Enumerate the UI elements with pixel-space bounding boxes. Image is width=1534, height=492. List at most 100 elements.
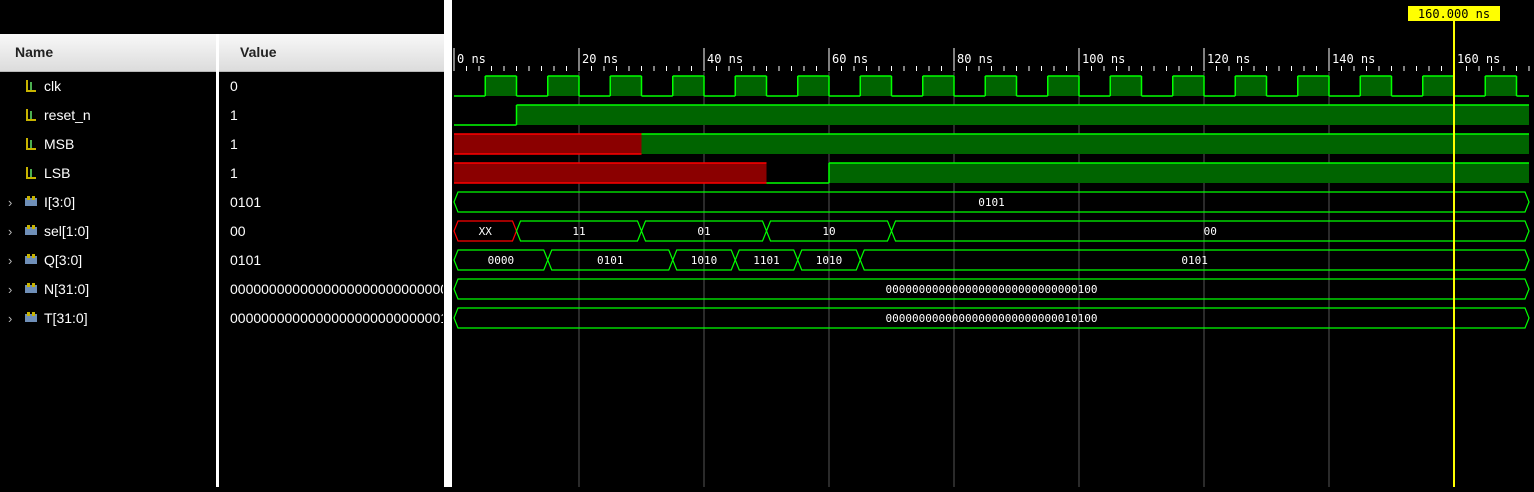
bus-value-label: XX bbox=[479, 225, 493, 238]
waveform-msb bbox=[454, 133, 1529, 155]
high-level-fill bbox=[829, 163, 1529, 183]
ruler-tick-label: 20 ns bbox=[582, 52, 618, 66]
high-level-fill bbox=[516, 105, 1529, 125]
bus-value-label: 1101 bbox=[753, 254, 780, 267]
expand-chevron-icon[interactable]: › bbox=[8, 188, 12, 217]
signal-row[interactable]: › Q[3:0] 0101 bbox=[0, 246, 445, 275]
waveform-lsb bbox=[454, 162, 1529, 184]
bus-value-label: 00 bbox=[1204, 225, 1217, 238]
signal-name: Q[3:0] bbox=[44, 252, 83, 268]
expand-chevron-icon[interactable]: › bbox=[8, 275, 12, 304]
signal-value: 0101 bbox=[230, 252, 262, 268]
signal-value: 00000000000000000000000000000100 bbox=[230, 281, 443, 297]
signal-name-value-panel: Name Value clk 0 reset_n 1 MSB 1 LSB 1 › I[3:0] 01… bbox=[0, 0, 445, 487]
signal-name: LSB bbox=[44, 165, 71, 181]
high-level-fill bbox=[547, 76, 579, 96]
bus-signal-icon bbox=[25, 254, 37, 264]
signal-name: reset_n bbox=[44, 107, 91, 123]
high-level-fill bbox=[985, 76, 1017, 96]
unknown-level bbox=[454, 134, 642, 154]
signal-name: N[31:0] bbox=[44, 281, 90, 297]
ruler-tick-label: 140 ns bbox=[1332, 52, 1375, 66]
signal-value: 1 bbox=[230, 165, 238, 181]
high-level-fill bbox=[1485, 76, 1517, 96]
bus-signal-icon bbox=[25, 283, 37, 293]
expand-chevron-icon[interactable]: › bbox=[8, 246, 12, 275]
bus-value-label: 0101 bbox=[1181, 254, 1208, 267]
signal-row[interactable]: LSB 1 bbox=[0, 159, 445, 188]
unknown-level bbox=[454, 163, 767, 183]
high-level-fill bbox=[860, 76, 892, 96]
signal-name: sel[1:0] bbox=[44, 223, 90, 239]
high-level-fill bbox=[1235, 76, 1267, 96]
high-level-fill bbox=[1172, 76, 1204, 96]
signal-row[interactable]: › sel[1:0] 00 bbox=[0, 217, 445, 246]
signal-row[interactable]: MSB 1 bbox=[0, 130, 445, 159]
signal-value: 1 bbox=[230, 136, 238, 152]
high-level-fill bbox=[1047, 76, 1079, 96]
high-level-fill bbox=[610, 76, 642, 96]
bus-value-label: 0000 bbox=[488, 254, 515, 267]
ruler-tick-label: 0 ns bbox=[457, 52, 486, 66]
waveform-q: 0000 0101 1010 1101 1010 0101 bbox=[453, 249, 1530, 271]
value-column-header[interactable]: Value bbox=[240, 34, 277, 71]
column-header: Name Value bbox=[0, 34, 445, 72]
expand-chevron-icon[interactable]: › bbox=[8, 304, 12, 333]
waveform-n: 00000000000000000000000000000100 bbox=[453, 278, 1530, 300]
high-level-fill bbox=[1360, 76, 1392, 96]
signal-name: clk bbox=[44, 78, 62, 94]
waveform-clk bbox=[454, 75, 1529, 97]
signal-row[interactable]: › I[3:0] 0101 bbox=[0, 188, 445, 217]
signal-value: 00000000000000000000000000010100 bbox=[230, 310, 443, 326]
bus-signal-icon bbox=[25, 196, 37, 206]
signal-row[interactable]: › N[31:0] 00000000000000000000000000000100 bbox=[0, 275, 445, 304]
signal-value: 1 bbox=[230, 107, 238, 123]
ruler-tick-label: 80 ns bbox=[957, 52, 993, 66]
bus-value-label: 0101 bbox=[597, 254, 624, 267]
bit-signal-icon bbox=[26, 80, 36, 92]
bit-signal-icon bbox=[26, 138, 36, 150]
ruler-tick-label: 40 ns bbox=[707, 52, 743, 66]
ruler-tick-label: 100 ns bbox=[1082, 52, 1125, 66]
pane-splitter[interactable] bbox=[444, 0, 452, 487]
signal-row[interactable]: › T[31:0] 00000000000000000000000000010100 bbox=[0, 304, 445, 333]
high-level-fill bbox=[735, 76, 767, 96]
waveform-panel[interactable]: 0 ns 20 ns 40 ns 60 ns 80 ns 100 ns 120 ns 140 … bbox=[452, 0, 1534, 487]
waveform-i: 0101 bbox=[453, 191, 1530, 213]
signal-name: T[31:0] bbox=[44, 310, 88, 326]
signal-row[interactable]: reset_n 1 bbox=[0, 101, 445, 130]
high-level-fill bbox=[1297, 76, 1329, 96]
bus-value-label: 10 bbox=[822, 225, 835, 238]
bus-value-label: 00000000000000000000000000010100 bbox=[886, 312, 1098, 325]
bus-value-label: 00000000000000000000000000000100 bbox=[886, 283, 1098, 296]
high-level-fill bbox=[485, 76, 517, 96]
signal-value: 0 bbox=[230, 78, 238, 94]
high-level-fill bbox=[641, 134, 1529, 154]
waveform-sel: XX 11 01 10 00 bbox=[453, 220, 1530, 242]
bus-signal-icon bbox=[25, 225, 37, 235]
high-level-fill bbox=[1110, 76, 1142, 96]
bus-value-label: 0101 bbox=[978, 196, 1005, 209]
bus-signal-icon bbox=[25, 312, 37, 322]
ruler-tick-label: 60 ns bbox=[832, 52, 868, 66]
bus-value-label: 1010 bbox=[691, 254, 718, 267]
ruler-tick-label: 120 ns bbox=[1207, 52, 1250, 66]
high-level-fill bbox=[672, 76, 704, 96]
signal-row[interactable]: clk 0 bbox=[0, 72, 445, 101]
waveform-reset_n bbox=[454, 104, 1529, 126]
signal-name: MSB bbox=[44, 136, 75, 152]
high-level-fill bbox=[1422, 76, 1454, 96]
cursor-time-label: 160.000 ns bbox=[1418, 7, 1490, 21]
expand-chevron-icon[interactable]: › bbox=[8, 217, 12, 246]
bus-value-label: 01 bbox=[697, 225, 710, 238]
signal-value: 00 bbox=[230, 223, 246, 239]
name-column-header[interactable]: Name bbox=[15, 34, 53, 71]
ruler-tick-label: 160 ns bbox=[1457, 52, 1500, 66]
signal-name: I[3:0] bbox=[44, 194, 76, 210]
panel-toolbar-area bbox=[0, 0, 445, 34]
bit-signal-icon bbox=[26, 167, 36, 179]
waveform-canvas[interactable]: 0 ns 20 ns 40 ns 60 ns 80 ns 100 ns 120 ns 140 … bbox=[452, 0, 1534, 487]
bus-value-label: 11 bbox=[572, 225, 585, 238]
signal-value: 0101 bbox=[230, 194, 262, 210]
waveform-t: 00000000000000000000000000010100 bbox=[453, 307, 1530, 329]
